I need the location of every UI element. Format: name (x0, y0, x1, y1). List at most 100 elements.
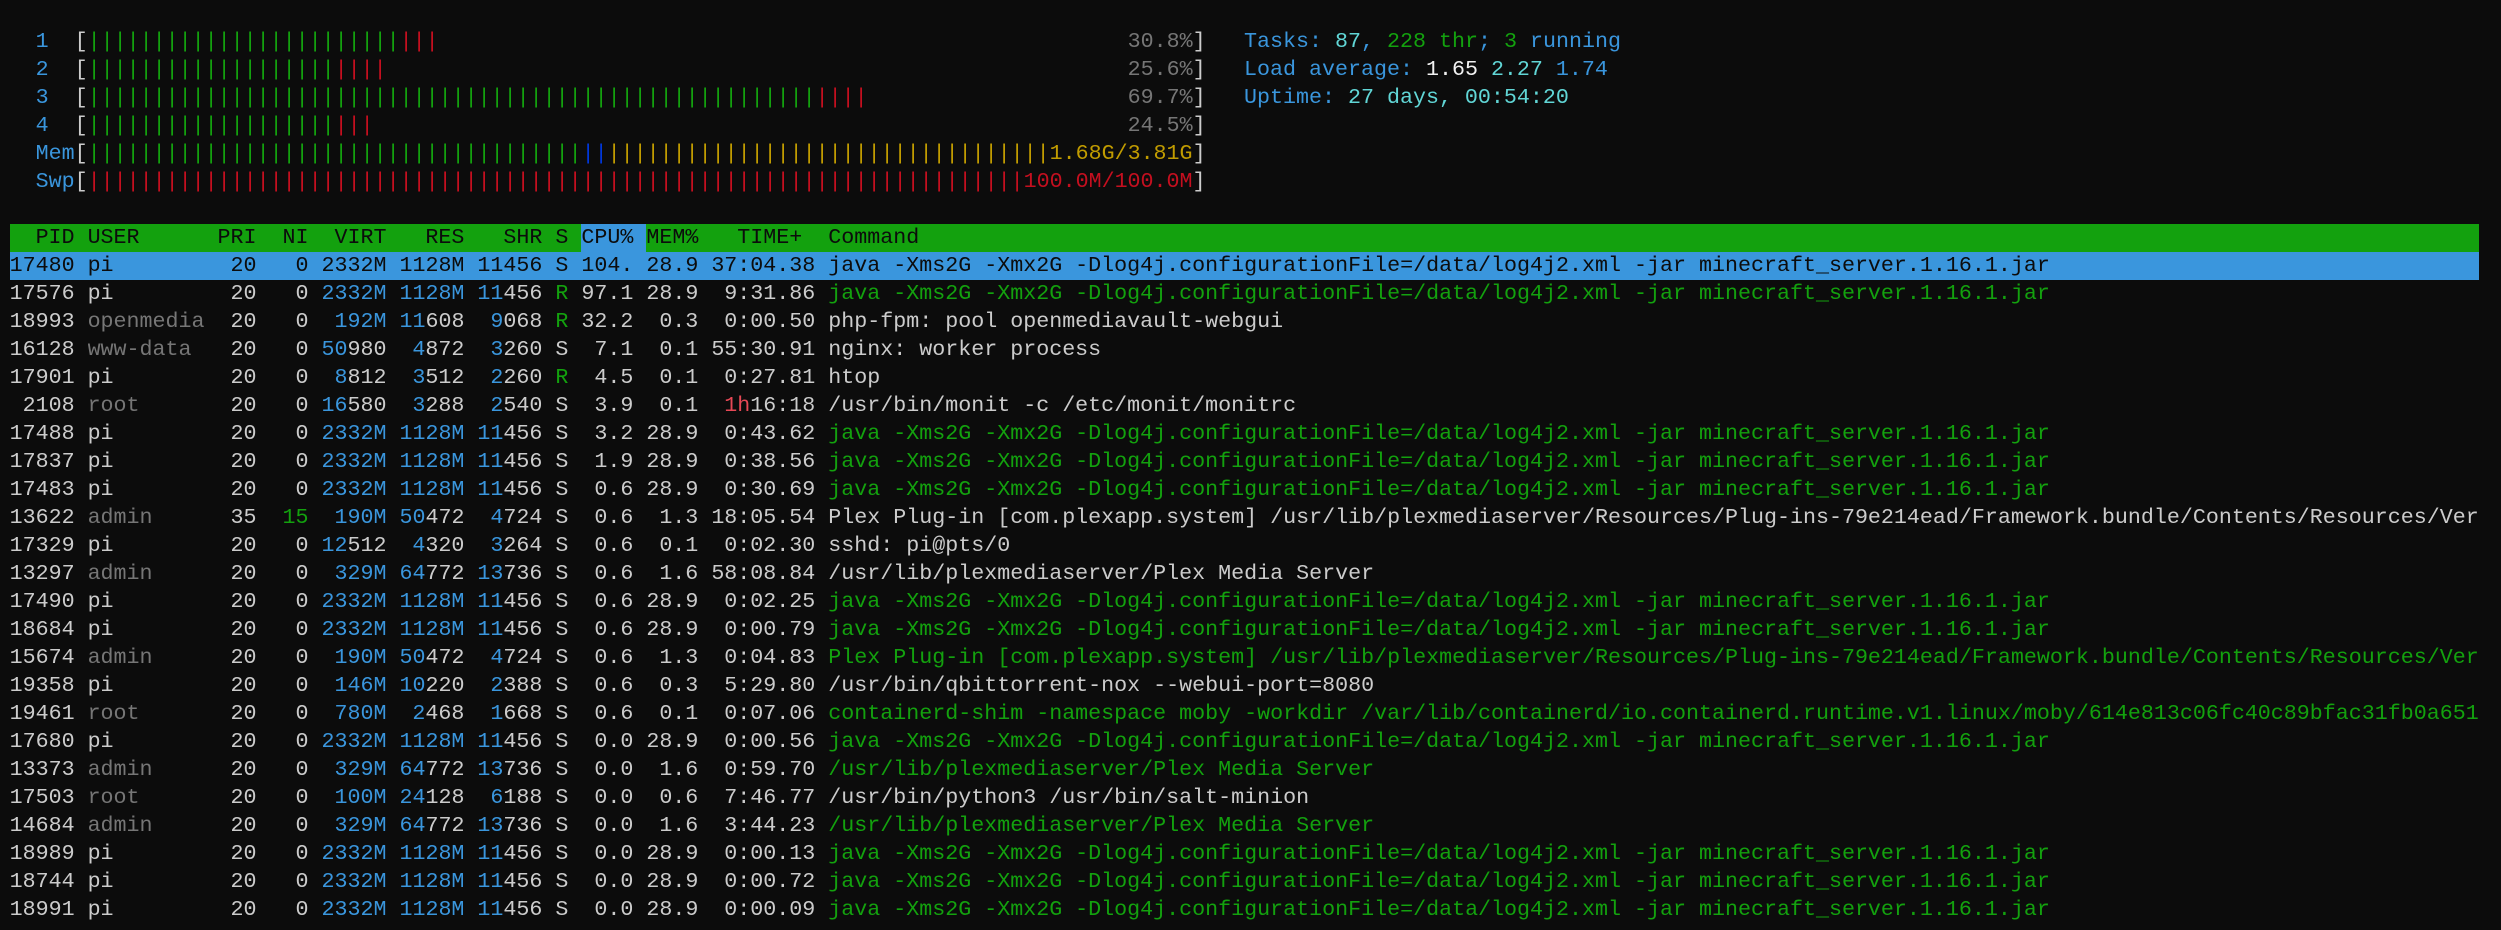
process-row[interactable]: 16128 www-data 20 0 50980 4872 3260 S 7.… (10, 336, 2479, 364)
header-pid[interactable]: PID (10, 224, 75, 252)
header-ni[interactable]: NI (270, 224, 308, 252)
cell-pri: 20 (230, 757, 257, 782)
cell-pid: 13297 (9, 561, 75, 586)
process-row[interactable]: 17488 pi 20 0 2332M 1128M 11456 S 3.2 28… (10, 420, 2479, 448)
cell-cpu: 104. (581, 253, 634, 278)
cell-s: S (555, 253, 569, 278)
cell-res: 11608 (399, 309, 465, 334)
cell-cpu: 0.6 (594, 589, 634, 614)
cell-pid: 17480 (9, 253, 75, 278)
cell-mem: 28.9 (646, 477, 699, 502)
header-pri[interactable]: PRI (218, 224, 257, 252)
cell-res: 1128M (399, 449, 465, 474)
cell-user: pi (87, 253, 114, 278)
process-row[interactable]: 2108 root 20 0 16580 3288 2540 S 3.9 0.1… (10, 392, 2479, 420)
cell-virt: 16580 (321, 393, 387, 418)
process-row[interactable]: 18989 pi 20 0 2332M 1128M 11456 S 0.0 28… (10, 840, 2479, 868)
cell-user: root (87, 701, 140, 726)
cell-ni: 0 (295, 617, 309, 642)
cell-time: 1h16:18 (711, 392, 815, 420)
process-row[interactable]: 17480 pi 20 0 2332M 1128M 11456 S 104. 2… (9, 252, 2479, 280)
cell-time: 0:00.79 (724, 617, 816, 642)
cell-cpu: 0.6 (594, 701, 634, 726)
header-res[interactable]: RES (399, 224, 464, 252)
header-user[interactable]: USER (88, 224, 205, 252)
cell-virt: 2332M (321, 897, 387, 922)
cell-shr: 6188 (490, 785, 543, 810)
header-command[interactable]: Command (828, 224, 919, 252)
cell-mem: 28.9 (646, 897, 699, 922)
cell-res: 1128M (399, 421, 465, 446)
process-row[interactable]: 17490 pi 20 0 2332M 1128M 11456 S 0.6 28… (10, 588, 2479, 616)
process-row[interactable]: 18744 pi 20 0 2332M 1128M 11456 S 0.0 28… (10, 868, 2479, 896)
cell-pri: 20 (230, 449, 257, 474)
process-row[interactable]: 19358 pi 20 0 146M 10220 2388 S 0.6 0.3 … (10, 672, 2479, 700)
cpu-meter-2-value: 25.6% (1127, 57, 1193, 82)
running-count: 3 (1503, 29, 1517, 54)
process-row[interactable]: 13622 admin 35 15 190M 50472 4724 S 0.6 … (10, 504, 2479, 532)
cell-virt: 190M (334, 645, 387, 670)
header-time[interactable]: TIME+ (711, 224, 815, 252)
cell-shr: 13736 (477, 813, 543, 838)
cell-pri: 20 (230, 729, 257, 754)
process-row[interactable]: 17837 pi 20 0 2332M 1128M 11456 S 1.9 28… (10, 448, 2479, 476)
process-row[interactable]: 13297 admin 20 0 329M 64772 13736 S 0.6 … (10, 560, 2479, 588)
cell-s: S (555, 393, 569, 418)
cell-command: java -Xms2G -Xmx2G -Dlog4j.configuration… (828, 281, 2050, 306)
swap-meter-open-bracket: [ (74, 169, 88, 194)
cell-cpu: 0.6 (594, 533, 634, 558)
process-row[interactable]: 13373 admin 20 0 329M 64772 13736 S 0.0 … (10, 756, 2479, 784)
process-row[interactable]: 18684 pi 20 0 2332M 1128M 11456 S 0.6 28… (10, 616, 2479, 644)
load-15min: 1.74 (1555, 57, 1608, 82)
process-row[interactable]: 18991 pi 20 0 2332M 1128M 11456 S 0.0 28… (10, 896, 2479, 924)
cell-s: R (555, 281, 569, 306)
cell-pri: 20 (230, 673, 257, 698)
cell-user: admin (87, 561, 153, 586)
process-row[interactable]: 17329 pi 20 0 12512 4320 3264 S 0.6 0.1 … (10, 532, 2479, 560)
cell-pid: 18684 (9, 617, 75, 642)
cell-command: java -Xms2G -Xmx2G -Dlog4j.configuration… (828, 869, 2050, 894)
header-cpu[interactable]: CPU% (581, 224, 647, 252)
cell-ni: 0 (295, 309, 309, 334)
cell-cpu: 0.6 (594, 673, 634, 698)
cpu-meter-3-close-bracket: ] (1192, 85, 1206, 110)
process-row[interactable]: 17576 pi 20 0 2332M 1128M 11456 R 97.1 2… (10, 280, 2479, 308)
process-row[interactable]: 17680 pi 20 0 2332M 1128M 11456 S 0.0 28… (10, 728, 2479, 756)
process-row[interactable]: 18993 openmedia 20 0 192M 11608 9068 R 3… (10, 308, 2479, 336)
cell-user: admin (87, 645, 153, 670)
cell-virt: 2332M (321, 421, 387, 446)
cell-user: pi (87, 729, 114, 754)
cell-mem: 28.9 (646, 253, 699, 278)
process-row[interactable]: 17901 pi 20 0 8812 3512 2260 R 4.5 0.1 0… (10, 364, 2479, 392)
cell-cpu: 0.0 (594, 729, 634, 754)
cell-user: pi (87, 617, 114, 642)
process-row[interactable]: 17483 pi 20 0 2332M 1128M 11456 S 0.6 28… (10, 476, 2479, 504)
cell-res: 24128 (399, 785, 465, 810)
cell-pid: 19358 (9, 673, 75, 698)
cell-shr: 4724 (490, 505, 543, 530)
cell-s: S (555, 813, 569, 838)
cell-cpu: 4.5 (594, 365, 634, 390)
cell-ni: 0 (295, 281, 309, 306)
header-state[interactable]: S (555, 224, 568, 252)
cell-pid: 19461 (9, 701, 75, 726)
cell-ni: 0 (295, 421, 309, 446)
process-row[interactable]: 14684 admin 20 0 329M 64772 13736 S 0.0 … (10, 812, 2479, 840)
cell-user: pi (87, 897, 114, 922)
header-shr[interactable]: SHR (477, 224, 542, 252)
header-virt[interactable]: VIRT (321, 224, 386, 252)
header-mem[interactable]: MEM% (646, 224, 711, 252)
cell-shr: 11456 (477, 449, 543, 474)
cell-shr: 9068 (490, 309, 543, 334)
cell-time: 18:05.54 (711, 505, 816, 530)
cell-ni: 0 (295, 813, 309, 838)
process-row[interactable]: 17503 root 20 0 100M 24128 6188 S 0.0 0.… (10, 784, 2479, 812)
cell-pri: 20 (230, 477, 257, 502)
cell-res: 4320 (412, 533, 465, 558)
cell-user: pi (87, 869, 114, 894)
cell-shr: 11456 (477, 281, 543, 306)
cell-pri: 20 (230, 897, 257, 922)
process-row[interactable]: 15674 admin 20 0 190M 50472 4724 S 0.6 1… (10, 644, 2479, 672)
process-row[interactable]: 19461 root 20 0 780M 2468 1668 S 0.6 0.1… (10, 700, 2479, 728)
cell-pri: 20 (230, 785, 257, 810)
